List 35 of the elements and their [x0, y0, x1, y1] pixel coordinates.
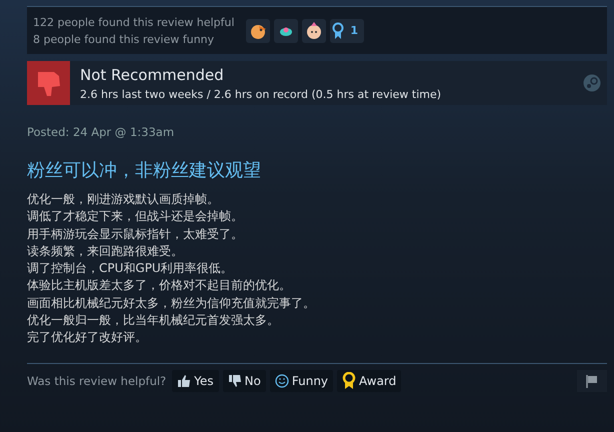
vote-button[interactable]: Yes: [172, 370, 219, 392]
review-line: 优化一般，刚进游戏默认画质掉帧。: [27, 191, 220, 208]
platform-icon: [583, 74, 601, 92]
review-line: 调低了才稳定下来，但战斗还是会掉帧。: [27, 208, 244, 226]
helpful-count: 122 people found this review helpful: [33, 16, 234, 28]
blob-icon: [279, 26, 294, 36]
review-line: 用手柄游玩会显示鼠标指针，太难受了。: [27, 226, 244, 243]
vote-button[interactable]: Award: [337, 370, 402, 392]
review-line: 读条频繁，来回跑路很难受。: [27, 242, 184, 260]
helpful-question: Was this review helpful?: [27, 374, 166, 388]
recommendation-title: Not Recommended: [80, 66, 225, 84]
medal-icon: [342, 372, 356, 390]
flag-icon: [585, 374, 599, 388]
posted-date: Posted: 24 Apr @ 1:33am: [27, 125, 176, 139]
ribbon-icon: [332, 22, 344, 40]
reaction-badge[interactable]: [274, 18, 298, 42]
flag-button[interactable]: [577, 370, 607, 392]
reaction-badge[interactable]: [302, 18, 326, 42]
thumbs-down-icon: [228, 374, 242, 388]
face-icon: [305, 22, 324, 40]
vote-button[interactable]: No: [222, 370, 266, 392]
review-title: 粉丝可以冲，非粉丝建议观望: [27, 159, 262, 182]
funny-count: 8 people found this review funny: [33, 32, 216, 46]
award-count: 1: [350, 24, 360, 37]
review-line: 画面相比机械纪元好太多，粉丝为信仰充值就完事了。: [27, 294, 316, 312]
thumbs-up-icon: [177, 374, 192, 388]
vote-button[interactable]: Funny: [270, 370, 334, 392]
review-line: 调了控制台，CPU和GPU利用率很低。: [27, 260, 234, 278]
reaction-badge[interactable]: [246, 18, 270, 42]
playtime-text: 2.6 hrs last two weeks / 2.6 hrs on record (0.5 hrs at review time): [80, 88, 442, 100]
review-line: 完了优化好了改好评。: [27, 329, 148, 346]
review-line: 体验比主机版差太多了，价格对不起目前的优化。: [27, 277, 292, 294]
review-line: 优化一般归一般，比当年机械纪元首发强太多。: [27, 312, 280, 330]
reaction-badge[interactable]: 1: [330, 18, 364, 42]
smiley-icon: [274, 374, 289, 388]
